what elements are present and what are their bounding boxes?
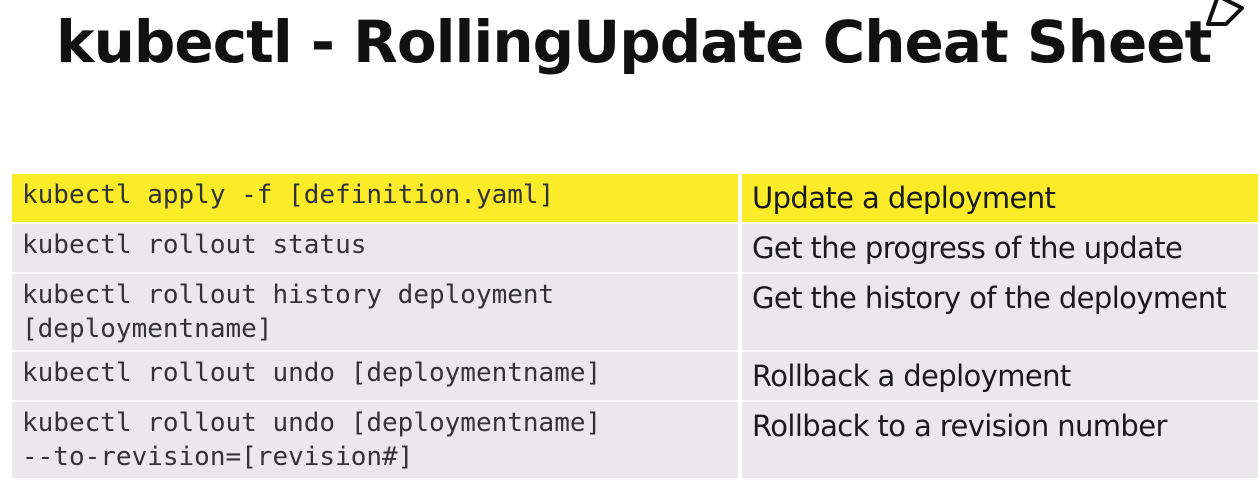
table-row: kubectl apply -f [definition.yaml] Updat… bbox=[12, 174, 1258, 224]
table-row: kubectl rollout undo [deploymentname] --… bbox=[12, 402, 1258, 480]
description-cell: Get the history of the deployment bbox=[742, 274, 1258, 352]
table-row: kubectl rollout history deployment [depl… bbox=[12, 274, 1258, 352]
description-cell: Rollback to a revision number bbox=[742, 402, 1258, 480]
command-cell: kubectl apply -f [definition.yaml] bbox=[12, 174, 742, 224]
description-cell: Update a deployment bbox=[742, 174, 1258, 224]
page-title: kubectl - RollingUpdate Cheat Sheet bbox=[56, 8, 1212, 76]
command-cell: kubectl rollout undo [deploymentname] bbox=[12, 352, 742, 402]
command-cell: kubectl rollout history deployment [depl… bbox=[12, 274, 742, 352]
table-row: kubectl rollout undo [deploymentname] Ro… bbox=[12, 352, 1258, 402]
command-cell: kubectl rollout status bbox=[12, 224, 742, 274]
cheat-sheet-table: kubectl apply -f [definition.yaml] Updat… bbox=[12, 174, 1258, 480]
description-cell: Rollback a deployment bbox=[742, 352, 1258, 402]
description-cell: Get the progress of the update bbox=[742, 224, 1258, 274]
table-row: kubectl rollout status Get the progress … bbox=[12, 224, 1258, 274]
corner-decoration-icon bbox=[1206, 0, 1244, 26]
slide: kubectl - RollingUpdate Cheat Sheet kube… bbox=[0, 0, 1260, 496]
command-cell: kubectl rollout undo [deploymentname] --… bbox=[12, 402, 742, 480]
